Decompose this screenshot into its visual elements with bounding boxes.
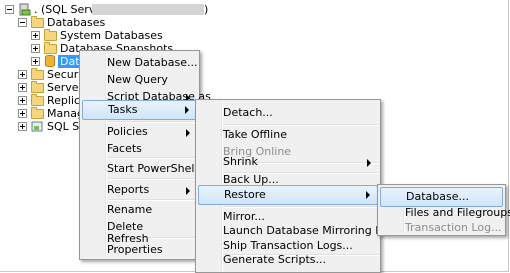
menu-item-label: Policies [107,125,148,138]
folder-icon [31,68,44,80]
expand-security-icon[interactable] [18,70,27,79]
menu-item-label: Tasks [108,103,138,116]
menu-item-tasks[interactable]: Tasks [82,100,197,120]
sql-agent-icon [31,121,43,132]
restore-submenu: Database... Files and Filegroups... Tran… [377,184,510,236]
submenu-arrow-icon [186,129,190,137]
menu-item-shrink[interactable]: Shrink [198,152,378,172]
expand-sql-server-agent-icon[interactable] [18,122,27,131]
server-label-end: ) [204,3,209,16]
folder-icon [31,94,44,106]
tree-item-system-databases[interactable]: System Databases [60,29,163,42]
menu-item-facets[interactable]: Facets [82,139,197,159]
expand-replication-icon[interactable] [18,96,27,105]
menu-item-properties[interactable]: Properties [82,240,197,260]
folder-icon [44,29,57,41]
menu-item-restore[interactable]: Restore [198,185,378,205]
expand-database-snapshots-icon[interactable] [31,44,40,53]
submenu-arrow-icon [185,106,189,114]
folder-icon [31,81,44,93]
menu-item-label: Restore [224,188,266,201]
database-icon [45,55,55,67]
menu-item-reports[interactable]: Reports [82,180,197,200]
submenu-arrow-icon [186,187,190,195]
redacted-server-name [92,4,204,15]
submenu-arrow-icon [366,191,370,199]
menu-item-transaction-log: Transaction Log... [405,221,502,234]
collapse-server-icon[interactable] [5,5,14,14]
menu-item-generate-scripts[interactable]: Generate Scripts... [198,250,378,270]
folder-icon [44,42,57,54]
menu-item-label: Reports [107,183,150,196]
server-icon [19,3,31,16]
menu-item-detach[interactable]: Detach... [198,103,378,123]
expand-database-icon[interactable] [31,57,40,66]
database-context-menu: New Database... New Query Script Databas… [79,50,211,260]
expand-management-icon[interactable] [18,109,27,118]
submenu-arrow-icon [367,159,371,167]
folder-icon [31,107,44,119]
menu-item-label: Shrink [223,155,258,168]
expand-server-objects-icon[interactable] [18,83,27,92]
tasks-submenu: Detach... Take Offline Bring Online Shri… [195,99,427,273]
menu-item-start-powershell[interactable]: Start PowerShell [82,159,197,179]
folder-icon [31,16,44,28]
tree-item-databases[interactable]: Databases [47,16,105,29]
collapse-databases-icon[interactable] [18,18,27,27]
expand-system-databases-icon[interactable] [31,31,40,40]
